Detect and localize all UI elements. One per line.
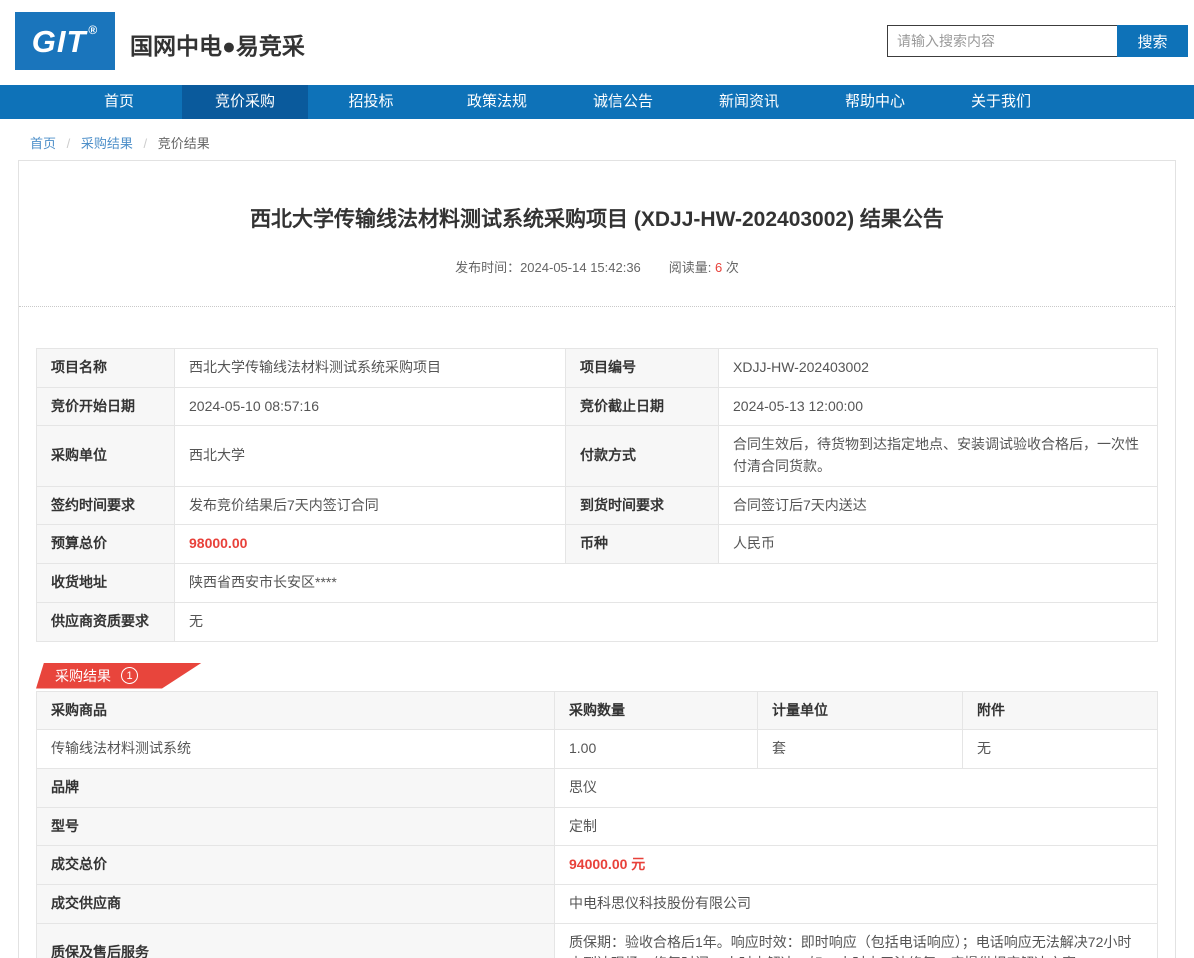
info-label: 签约时间要求 <box>36 485 175 526</box>
ribbon-index-badge: 1 <box>121 667 138 684</box>
table-row: 型号 定制 <box>36 806 1158 847</box>
table-row: 收货地址 陕西省西安市长安区**** <box>36 563 1158 603</box>
search-button[interactable]: 搜索 <box>1117 25 1188 57</box>
info-value: 人民币 <box>718 524 1158 565</box>
info-value: 陕西省西安市长安区**** <box>174 563 1158 603</box>
page-title: 西北大学传输线法材料测试系统采购项目 (XDJJ-HW-202403002) 结… <box>250 208 944 231</box>
registered-trademark-icon: ® <box>88 22 99 37</box>
detail-label: 质保及售后服务 <box>36 922 555 958</box>
git-logo-text: GIT ® <box>31 22 99 59</box>
procurement-result-table: 采购商品 采购数量 计量单位 附件 传输线法材料测试系统 1.00 套 无 品牌… <box>36 690 1158 958</box>
info-label: 预算总价 <box>36 524 175 565</box>
info-value: 2024-05-10 08:57:16 <box>174 386 566 427</box>
search-input[interactable] <box>887 25 1117 57</box>
column-header: 计量单位 <box>757 690 963 731</box>
info-value: 西北大学传输线法材料测试系统采购项目 <box>174 348 566 388</box>
breadcrumb: 首页 / 采购结果 / 竞价结果 <box>0 119 1194 160</box>
nav-item-policies[interactable]: 政策法规 <box>434 85 560 119</box>
publish-time-value: 2024-05-14 15:42:36 <box>520 260 641 275</box>
table-header-row: 采购商品 采购数量 计量单位 附件 <box>36 690 1158 731</box>
info-value: 发布竞价结果后7天内签订合同 <box>174 485 566 526</box>
info-label: 项目名称 <box>36 348 175 388</box>
nav-item-about-us[interactable]: 关于我们 <box>938 85 1064 119</box>
info-label: 采购单位 <box>36 425 175 487</box>
procurement-result-ribbon: 采购结果 1 <box>36 663 202 689</box>
budget-total-value: 98000.00 <box>174 524 566 565</box>
warranty-service: 质保期：验收合格后1年。响应时效：即时响应（包括电话响应）；电话响应无法解决72… <box>554 922 1158 958</box>
nav-item-home[interactable]: 首页 <box>56 85 182 119</box>
column-header: 采购数量 <box>554 690 758 731</box>
nav-item-tendering[interactable]: 招投标 <box>308 85 434 119</box>
table-row: 传输线法材料测试系统 1.00 套 无 <box>36 729 1158 769</box>
product-name: 传输线法材料测试系统 <box>36 729 555 769</box>
nav-item-news[interactable]: 新闻资讯 <box>686 85 812 119</box>
nav-item-integrity-notices[interactable]: 诚信公告 <box>560 85 686 119</box>
table-row: 项目名称 西北大学传输线法材料测试系统采购项目 项目编号 XDJJ-HW-202… <box>36 348 1158 388</box>
git-logo[interactable]: GIT ® <box>15 12 115 70</box>
nav-item-help-center[interactable]: 帮助中心 <box>812 85 938 119</box>
info-value: 西北大学 <box>174 425 566 487</box>
detail-value: 定制 <box>554 806 1158 847</box>
breadcrumb-separator: / <box>66 136 71 151</box>
article-head: 西北大学传输线法材料测试系统采购项目 (XDJJ-HW-202403002) 结… <box>19 161 1175 307</box>
ribbon-label: 采购结果 <box>55 667 111 684</box>
info-value: 无 <box>174 601 1158 642</box>
info-label: 到货时间要求 <box>565 485 719 526</box>
product-unit: 套 <box>757 729 963 769</box>
breadcrumb-home[interactable]: 首页 <box>30 136 56 151</box>
info-value: 合同生效后，待货物到达指定地点、安装调试验收合格后，一次性付清合同货款。 <box>718 425 1158 487</box>
table-row: 签约时间要求 发布竞价结果后7天内签订合同 到货时间要求 合同签订后7天内送达 <box>36 485 1158 526</box>
table-row: 成交总价 94000.00 元 <box>36 845 1158 885</box>
detail-label: 成交供应商 <box>36 883 555 924</box>
column-header: 采购商品 <box>36 690 555 731</box>
main-nav: 首页 竞价采购 招投标 政策法规 诚信公告 新闻资讯 帮助中心 关于我们 <box>0 85 1194 119</box>
info-value: 2024-05-13 12:00:00 <box>718 386 1158 427</box>
product-attachment: 无 <box>962 729 1158 769</box>
info-label: 付款方式 <box>565 425 719 487</box>
info-label: 收货地址 <box>36 563 175 603</box>
info-label: 项目编号 <box>565 348 719 388</box>
views-label: 阅读量: <box>668 260 712 275</box>
site-title: 国网中电●易竞采 <box>130 33 305 59</box>
table-row: 成交供应商 中电科思仪科技股份有限公司 <box>36 883 1158 924</box>
views-count: 6 <box>715 260 723 275</box>
info-label: 供应商资质要求 <box>36 601 175 642</box>
detail-label: 成交总价 <box>36 845 555 885</box>
winning-supplier: 中电科思仪科技股份有限公司 <box>554 883 1158 924</box>
detail-label: 品牌 <box>36 767 555 808</box>
table-row: 采购单位 西北大学 付款方式 合同生效后，待货物到达指定地点、安装调试验收合格后… <box>36 425 1158 487</box>
info-label: 竞价开始日期 <box>36 386 175 427</box>
views-unit: 次 <box>725 260 739 275</box>
page-header: GIT® 国网中电●易竞采 搜索 <box>0 0 1194 85</box>
column-header: 附件 <box>962 690 1158 731</box>
info-label: 竞价截止日期 <box>565 386 719 427</box>
table-row: 质保及售后服务 质保期：验收合格后1年。响应时效：即时响应（包括电话响应）；电话… <box>36 922 1158 958</box>
table-row: 供应商资质要求 无 <box>36 601 1158 642</box>
table-row: 品牌 思仪 <box>36 767 1158 808</box>
info-value: 合同签订后7天内送达 <box>718 485 1158 526</box>
nav-item-bidding-procurement[interactable]: 竞价采购 <box>182 85 308 119</box>
table-row: 竞价开始日期 2024-05-10 08:57:16 竞价截止日期 2024-0… <box>36 386 1158 427</box>
project-info-table: 项目名称 西北大学传输线法材料测试系统采购项目 项目编号 XDJJ-HW-202… <box>36 348 1158 642</box>
detail-value: 思仪 <box>554 767 1158 808</box>
breadcrumb-separator: / <box>143 136 148 151</box>
breadcrumb-procurement-results[interactable]: 采购结果 <box>81 136 133 151</box>
table-row: 预算总价 98000.00 币种 人民币 <box>36 524 1158 565</box>
article-meta: 发布时间：2024-05-14 15:42:36 阅读量: 6 次 <box>19 257 1175 307</box>
card-body: 项目名称 西北大学传输线法材料测试系统采购项目 项目编号 XDJJ-HW-202… <box>19 307 1175 958</box>
publish-time-label: 发布时间： <box>455 260 521 275</box>
info-label: 币种 <box>565 524 719 565</box>
search-box: 搜索 <box>887 25 1188 57</box>
breadcrumb-current: 竞价结果 <box>157 136 210 151</box>
info-value: XDJJ-HW-202403002 <box>718 348 1158 388</box>
announcement-card: 西北大学传输线法材料测试系统采购项目 (XDJJ-HW-202403002) 结… <box>18 160 1176 958</box>
deal-total-price: 94000.00 元 <box>554 845 1158 885</box>
detail-label: 型号 <box>36 806 555 847</box>
product-quantity: 1.00 <box>554 729 758 769</box>
